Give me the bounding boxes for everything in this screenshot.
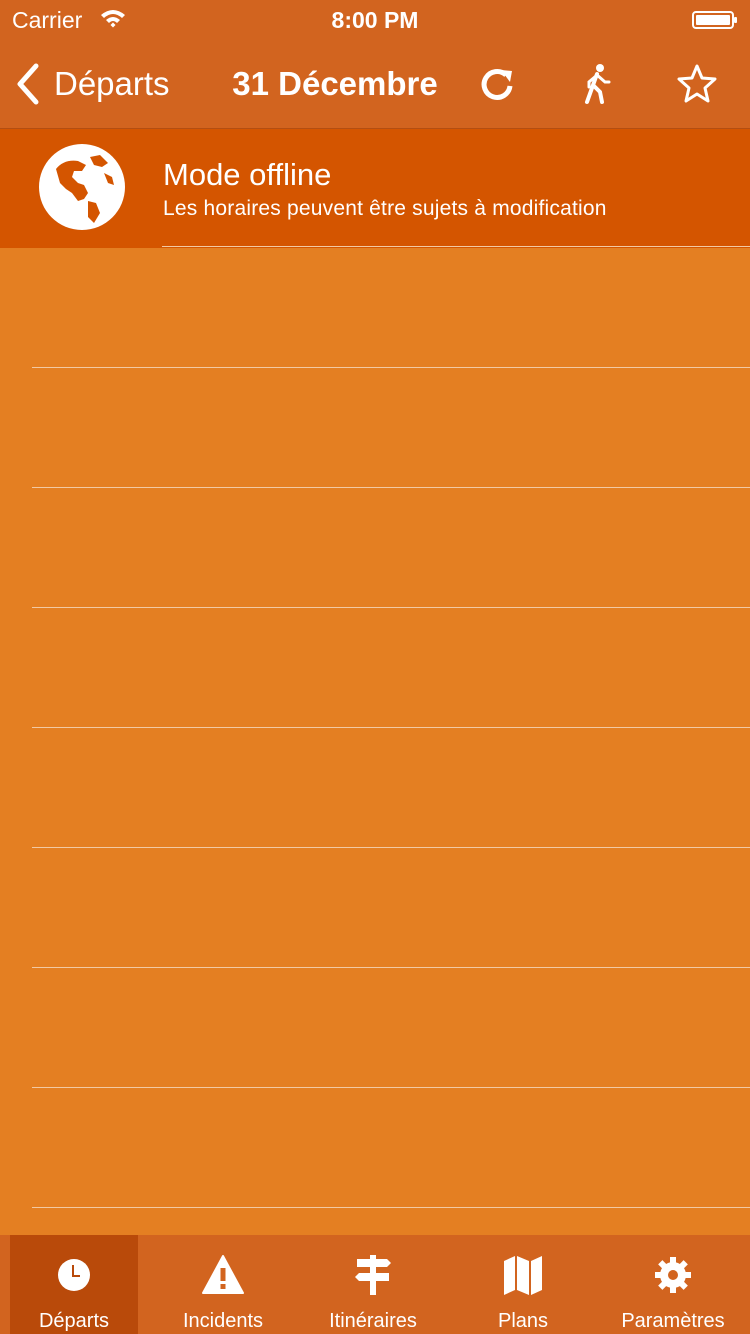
offline-banner: Mode offline Les horaires peuvent être s…: [0, 129, 750, 248]
tab-label: Paramètres: [621, 1310, 725, 1332]
tab-departs[interactable]: Départs: [10, 1235, 138, 1334]
warning-icon: [202, 1255, 244, 1294]
globe-icon: [39, 144, 125, 230]
status-bar: Carrier 8:00 PM: [0, 0, 750, 40]
list-item[interactable]: [32, 1088, 750, 1208]
divider: [162, 246, 750, 247]
offline-subtitle: Les horaires peuvent être sujets à modif…: [163, 197, 607, 220]
tab-label: Itinéraires: [329, 1310, 417, 1332]
page-title-text: 31 Décembre: [232, 65, 438, 102]
list-item[interactable]: [32, 848, 750, 968]
navigation-bar: Départs 31 Décembre: [0, 40, 750, 129]
map-icon: [504, 1256, 542, 1295]
battery-icon: [692, 11, 737, 29]
tab-plans[interactable]: Plans: [459, 1235, 587, 1334]
list-item[interactable]: [32, 248, 750, 368]
list-item[interactable]: [32, 728, 750, 848]
offline-title: Mode offline: [163, 157, 332, 192]
refresh-icon[interactable]: [475, 62, 519, 106]
clock-icon: [58, 1259, 90, 1291]
tab-label: Départs: [38, 1310, 110, 1332]
tab-label: Incidents: [182, 1310, 264, 1332]
walking-icon[interactable]: [575, 62, 619, 106]
tab-bar: Départs Incidents Itinéraires Plans Para…: [0, 1235, 750, 1334]
list-item[interactable]: [32, 488, 750, 608]
list-item[interactable]: [32, 608, 750, 728]
gear-icon: [655, 1257, 691, 1293]
star-icon[interactable]: [675, 62, 719, 106]
list-item[interactable]: [32, 368, 750, 488]
tab-parametres[interactable]: Paramètres: [609, 1235, 737, 1334]
departures-list: [0, 248, 750, 1208]
tab-label: Plans: [497, 1310, 549, 1332]
list-item[interactable]: [32, 968, 750, 1088]
tab-incidents[interactable]: Incidents: [159, 1235, 287, 1334]
tab-itineraires[interactable]: Itinéraires: [309, 1235, 437, 1334]
signpost-icon: [355, 1255, 391, 1295]
page-title: 31 Décembre: [0, 65, 670, 103]
clock-time: 8:00 PM: [331, 7, 419, 33]
